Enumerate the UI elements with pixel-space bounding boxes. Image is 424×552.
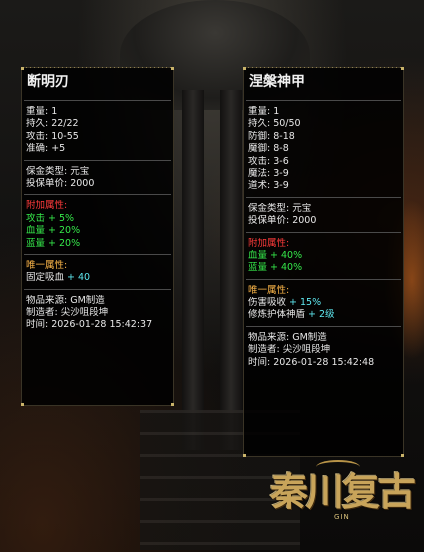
tooltip-corner	[401, 67, 404, 70]
extra-label: 攻击	[26, 212, 46, 224]
unique-row: 伤害吸收 + 15%	[248, 297, 403, 309]
tooltip-corner	[21, 67, 24, 70]
insure-type: 保金类型: 元宝	[26, 165, 90, 177]
unique-value: + 2级	[305, 309, 335, 321]
item-tooltip-armor: 涅槃神甲 重量: 1 持久: 50/50 防御: 8-18 魔御: 8-8 攻击…	[243, 67, 404, 457]
extra-attributes: 附加属性: 攻击 + 5% 血量 + 20% 蓝量 + 20%	[22, 195, 173, 254]
insurance-info: 保金类型: 元宝 投保单价: 2000	[244, 198, 403, 232]
unique-row: 修炼护体神盾 + 2级	[248, 309, 403, 321]
extra-row: 蓝量 + 40%	[248, 262, 403, 274]
unique-label: 伤害吸收	[248, 297, 287, 309]
source-row: 物品来源: GM制造	[248, 331, 327, 343]
insure-type: 保金类型: 元宝	[248, 202, 312, 214]
extra-value: + 20%	[45, 225, 81, 237]
time-row: 时间: 2026-01-28 15:42:48	[248, 356, 375, 368]
extra-label: 蓝量	[248, 262, 268, 274]
stat-row: 重量: 1	[248, 106, 280, 117]
extra-attributes: 附加属性: 血量 + 40% 蓝量 + 40%	[244, 233, 403, 279]
extra-title: 附加属性:	[248, 237, 290, 249]
extra-label: 蓝量	[26, 237, 46, 249]
unique-attributes: 唯一属性: 伤害吸收 + 15% 修炼护体神盾 + 2级	[244, 280, 403, 326]
insure-price: 投保单价: 2000	[26, 177, 95, 189]
extra-value: + 5%	[45, 212, 75, 224]
tooltip-corner	[21, 403, 24, 406]
item-source: 物品来源: GM制造 制造者: 尖沙咀段坤 时间: 2026-01-28 15:…	[244, 327, 403, 373]
stat-row: 攻击: 10-55	[26, 130, 79, 142]
unique-value: + 40	[64, 272, 91, 284]
stat-row: 魔御: 8-8	[248, 143, 289, 155]
logo-subtext: GIN	[334, 513, 350, 521]
item-tooltip-weapon: 断明刃 重量: 1 持久: 22/22 攻击: 10-55 准确: +5 保金类…	[21, 67, 174, 406]
unique-row: 固定吸血 + 40	[26, 272, 173, 284]
insurance-info: 保金类型: 元宝 投保单价: 2000	[22, 161, 173, 195]
tooltip-border-deco	[244, 67, 403, 68]
extra-title: 附加属性:	[26, 200, 68, 212]
tooltip-corner	[401, 454, 404, 457]
maker-row: 制造者: 尖沙咀段坤	[26, 307, 109, 319]
extra-label: 血量	[248, 249, 268, 261]
item-source: 物品来源: GM制造 制造者: 尖沙咀段坤 时间: 2026-01-28 15:…	[22, 290, 173, 336]
unique-label: 修炼护体神盾	[248, 309, 306, 321]
extra-row: 血量 + 20%	[26, 225, 173, 237]
logo-text: 秦川复古	[270, 469, 416, 514]
stat-row: 准确: +5	[26, 143, 66, 155]
stat-row: 持久: 50/50	[248, 118, 301, 130]
extra-value: + 40%	[267, 262, 303, 274]
unique-value: + 15%	[286, 297, 322, 309]
tooltip-border-deco	[22, 67, 173, 68]
extra-label: 血量	[26, 225, 46, 237]
unique-attributes: 唯一属性: 固定吸血 + 40	[22, 255, 173, 289]
maker-row: 制造者: 尖沙咀段坤	[248, 344, 331, 356]
extra-row: 攻击 + 5%	[26, 213, 173, 225]
insure-price: 投保单价: 2000	[248, 215, 317, 227]
time-row: 时间: 2026-01-28 15:42:37	[26, 319, 153, 331]
extra-row: 蓝量 + 20%	[26, 238, 173, 250]
stat-row: 攻击: 3-6	[248, 155, 289, 167]
item-name: 涅槃神甲	[249, 74, 305, 90]
item-name: 断明刃	[27, 74, 69, 90]
tooltip-corner	[171, 67, 174, 70]
extra-value: + 20%	[45, 237, 81, 249]
game-logo: 秦川复古 GIN	[264, 460, 416, 545]
base-stats: 重量: 1 持久: 22/22 攻击: 10-55 准确: +5	[22, 101, 173, 160]
extra-row: 血量 + 40%	[248, 250, 403, 262]
background-pillar-right	[220, 90, 242, 450]
base-stats: 重量: 1 持久: 50/50 防御: 8-18 魔御: 8-8 攻击: 3-6…	[244, 101, 403, 197]
stat-row: 持久: 22/22	[26, 118, 79, 130]
background-pillar-left	[182, 90, 204, 450]
stat-row: 防御: 8-18	[248, 130, 295, 142]
tooltip-corner	[243, 67, 246, 70]
source-row: 物品来源: GM制造	[26, 294, 105, 306]
stat-row: 重量: 1	[26, 106, 58, 117]
unique-title: 唯一属性:	[248, 284, 290, 296]
extra-value: + 40%	[267, 249, 303, 261]
tooltip-corner	[171, 403, 174, 406]
tooltip-corner	[243, 454, 246, 457]
unique-title: 唯一属性:	[26, 259, 68, 271]
stat-row: 魔法: 3-9	[248, 167, 289, 179]
stat-row: 道术: 3-9	[248, 180, 289, 192]
unique-label: 固定吸血	[26, 272, 65, 284]
